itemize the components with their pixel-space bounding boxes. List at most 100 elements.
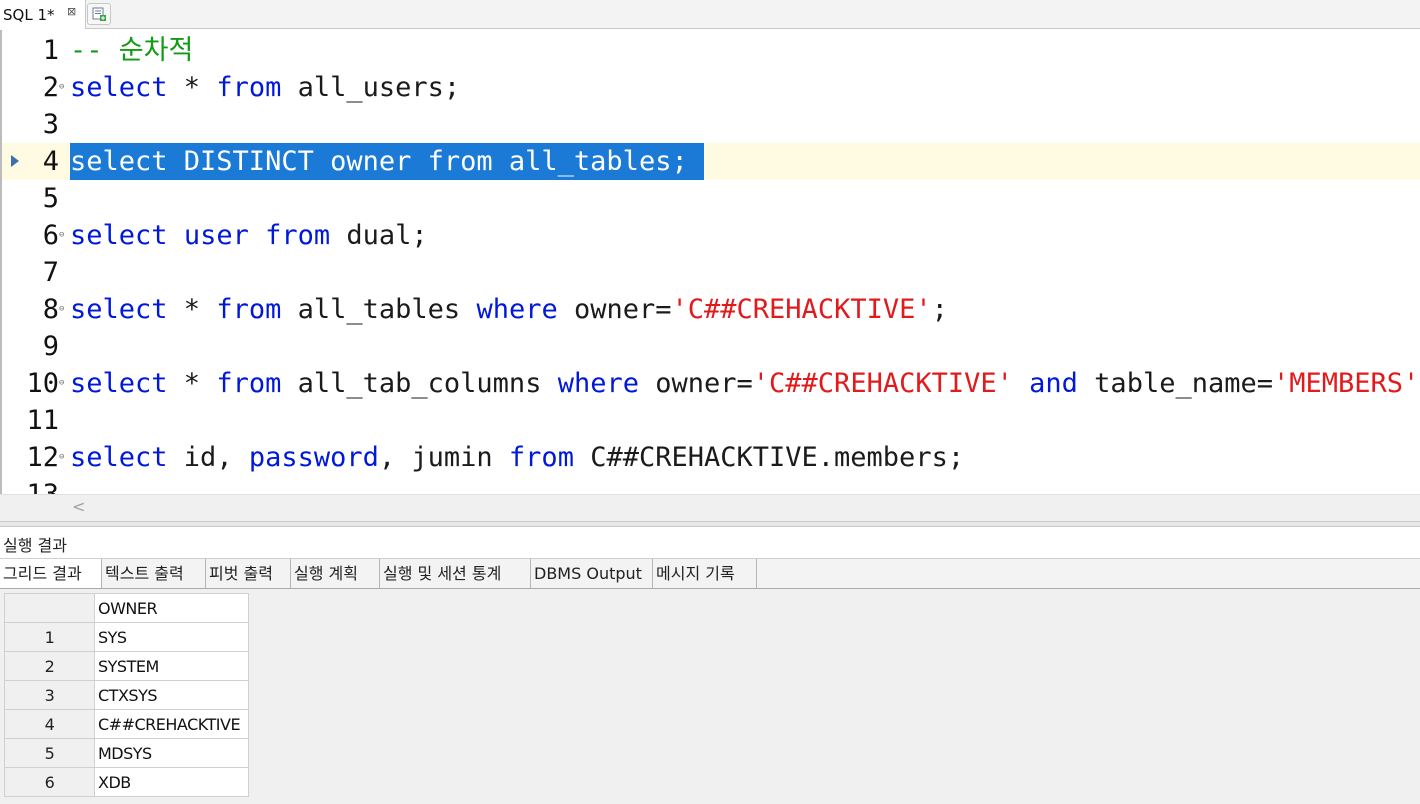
code-token: * bbox=[167, 368, 217, 399]
code-line[interactable]: 11 bbox=[2, 402, 1420, 439]
owner-cell[interactable]: SYSTEM bbox=[94, 651, 249, 681]
line-number: 3 bbox=[42, 109, 59, 140]
keyword-token: select bbox=[70, 72, 168, 103]
fold-icon[interactable]: ⊖ bbox=[59, 378, 64, 388]
row-number-cell[interactable]: 6 bbox=[4, 767, 95, 797]
fold-icon[interactable]: ⊖ bbox=[59, 82, 64, 92]
result-tab[interactable]: 피벗 출력 bbox=[206, 559, 291, 588]
result-grid-area: OWNER 1 SYS 2 SYSTEM 3 CTXSYS 4 C##CREHACKTIVE 5… bbox=[0, 589, 1420, 804]
table-row[interactable]: 2 SYSTEM bbox=[4, 651, 249, 681]
keyword-token: where bbox=[557, 368, 639, 399]
result-tab[interactable]: 텍스트 출력 bbox=[102, 559, 206, 588]
line-number: 4 bbox=[42, 146, 59, 177]
owner-cell[interactable]: C##CREHACKTIVE bbox=[94, 709, 249, 739]
result-tab[interactable]: DBMS Output bbox=[531, 559, 653, 588]
table-row[interactable]: 5 MDSYS bbox=[4, 738, 249, 768]
fold-icon[interactable]: ⊖ bbox=[59, 230, 64, 240]
result-tab[interactable]: 실행 계획 bbox=[291, 559, 380, 588]
owner-cell[interactable]: SYS bbox=[94, 622, 249, 652]
code-token: owner= bbox=[557, 294, 672, 325]
owner-cell[interactable]: XDB bbox=[94, 767, 249, 797]
keyword-token: from bbox=[216, 368, 282, 399]
string-token: 'C##CREHACKTIVE' bbox=[752, 368, 1013, 399]
code-line[interactable]: 8 ⊖ select * from all_tables where owner='… bbox=[2, 291, 1420, 328]
keyword-token: user bbox=[183, 220, 249, 251]
scroll-left-icon[interactable]: < bbox=[72, 497, 85, 516]
row-number-cell[interactable]: 5 bbox=[4, 738, 95, 768]
string-token: 'MEMBERS' bbox=[1273, 368, 1420, 399]
line-number: 5 bbox=[42, 183, 59, 214]
tab-sql-1[interactable]: SQL 1* ⊠ bbox=[0, 0, 86, 29]
row-number-cell[interactable]: 3 bbox=[4, 680, 95, 710]
code-line[interactable]: 4 select DISTINCT owner from all_tables; bbox=[2, 143, 1420, 180]
owner-cell[interactable]: MDSYS bbox=[94, 738, 249, 768]
code-token: all_tables bbox=[281, 294, 477, 325]
line-number: 2 bbox=[42, 72, 59, 103]
result-tabs: 그리드 결과 텍스트 출력 피벗 출력 실행 계획 실행 및 세션 통계 DBMS Out… bbox=[0, 558, 1420, 589]
code-line[interactable]: 6 ⊖ select user from dual; bbox=[2, 217, 1420, 254]
line-number: 13 bbox=[2, 476, 59, 494]
comment-token: -- 순차적 bbox=[70, 35, 194, 66]
selected-code-text: select DISTINCT owner from all_tables; bbox=[70, 143, 704, 180]
row-number-cell[interactable]: 2 bbox=[4, 651, 95, 681]
horizontal-scrollbar[interactable]: < bbox=[0, 494, 1420, 521]
table-row[interactable]: 1 SYS bbox=[4, 622, 249, 652]
results-panel-title: 실행 결과 bbox=[3, 536, 67, 555]
row-number-cell[interactable]: 1 bbox=[4, 622, 95, 652]
code-token: dual; bbox=[330, 220, 428, 251]
code-token: ; bbox=[931, 294, 948, 325]
tab-title: SQL 1* bbox=[3, 6, 55, 24]
line-number: 12 bbox=[26, 442, 59, 473]
code-token: select DISTINCT owner from all_tables; bbox=[70, 146, 704, 177]
fold-icon[interactable]: ⊖ bbox=[59, 304, 64, 314]
code-text: select user from dual; bbox=[70, 217, 428, 254]
row-number-header[interactable] bbox=[4, 593, 95, 623]
result-grid: OWNER 1 SYS 2 SYSTEM 3 CTXSYS 4 C##CREHACKTIVE 5… bbox=[4, 593, 249, 797]
keyword-token: from bbox=[216, 294, 282, 325]
keyword-token: from bbox=[216, 72, 282, 103]
code-text: select * from all_tables where owner='C#… bbox=[70, 291, 948, 328]
code-token: table_name= bbox=[1077, 368, 1273, 399]
keyword-token: select bbox=[70, 368, 168, 399]
sql-editor[interactable]: 1 -- 순차적 2 ⊖ select * from all_users; 3 4 selec… bbox=[0, 30, 1420, 494]
line-number: 10 bbox=[26, 368, 59, 399]
new-sql-tab-button[interactable] bbox=[87, 3, 111, 25]
code-line[interactable]: 7 bbox=[2, 254, 1420, 291]
line-number: 11 bbox=[26, 405, 59, 436]
owner-cell[interactable]: CTXSYS bbox=[94, 680, 249, 710]
fold-icon[interactable]: ⊖ bbox=[59, 452, 64, 462]
code-line[interactable]: 12 ⊖ select id, password, jumin from C##CR… bbox=[2, 439, 1420, 476]
code-token: owner= bbox=[638, 368, 753, 399]
grid-header-row: OWNER bbox=[4, 593, 249, 623]
keyword-token: select bbox=[70, 294, 168, 325]
panel-splitter[interactable] bbox=[0, 521, 1420, 527]
code-line[interactable]: 2 ⊖ select * from all_users; bbox=[2, 69, 1420, 106]
result-tab[interactable]: 그리드 결과 bbox=[0, 559, 102, 588]
code-token: id, bbox=[167, 442, 249, 473]
line-number: 8 bbox=[42, 294, 59, 325]
keyword-token: password bbox=[248, 442, 379, 473]
close-icon[interactable]: ⊠ bbox=[67, 5, 76, 18]
result-tab[interactable]: 실행 및 세션 통계 bbox=[380, 559, 531, 588]
code-token: , jumin bbox=[378, 442, 509, 473]
code-line[interactable]: 3 bbox=[2, 106, 1420, 143]
table-row[interactable]: 4 C##CREHACKTIVE bbox=[4, 709, 249, 739]
code-text: select * from all_tab_columns where owne… bbox=[70, 365, 1420, 402]
result-tab[interactable]: 메시지 기록 bbox=[653, 559, 757, 588]
code-line[interactable]: 10 ⊖ select * from all_tab_columns where o… bbox=[2, 365, 1420, 402]
keyword-token: and bbox=[1029, 368, 1078, 399]
table-row[interactable]: 6 XDB bbox=[4, 767, 249, 797]
code-line[interactable]: 1 -- 순차적 bbox=[2, 32, 1420, 69]
row-number-cell[interactable]: 4 bbox=[4, 709, 95, 739]
code-line[interactable]: 13 bbox=[2, 476, 1420, 494]
code-text: -- 순차적 bbox=[70, 32, 193, 69]
keyword-token: where bbox=[476, 294, 558, 325]
table-row[interactable]: 3 CTXSYS bbox=[4, 680, 249, 710]
code-line[interactable]: 9 bbox=[2, 328, 1420, 365]
editor-tab-strip: SQL 1* ⊠ bbox=[0, 0, 1420, 29]
code-line[interactable]: 5 bbox=[2, 180, 1420, 217]
column-header-owner[interactable]: OWNER bbox=[94, 593, 249, 623]
